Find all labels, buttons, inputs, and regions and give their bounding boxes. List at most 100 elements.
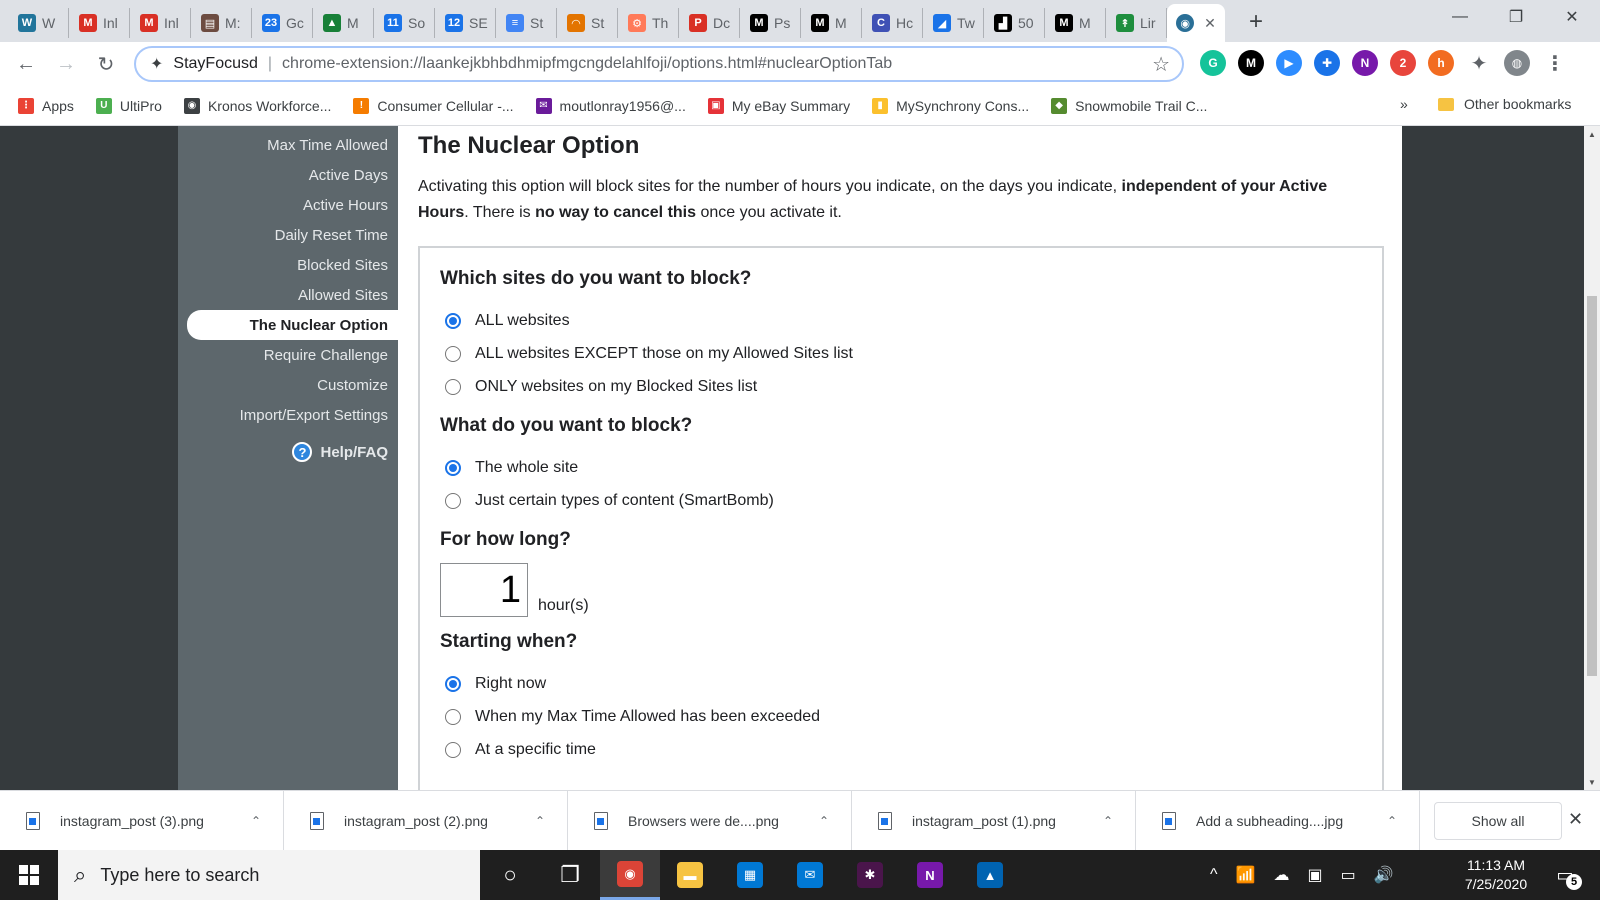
- help-faq-link[interactable]: ? Help/FAQ: [178, 442, 398, 462]
- browser-tab[interactable]: 23 Gc: [252, 8, 313, 38]
- radio-option[interactable]: Right now: [440, 667, 1362, 700]
- puzzle-icon[interactable]: ✦: [1466, 50, 1492, 76]
- close-window-button[interactable]: ✕: [1544, 0, 1600, 34]
- browser-tab[interactable]: ↟ Lir: [1106, 8, 1167, 38]
- sidebar-item[interactable]: The Nuclear Option: [187, 310, 398, 340]
- radio-option[interactable]: ALL websites: [440, 304, 1362, 337]
- taskbar-app[interactable]: ▬: [660, 850, 720, 900]
- scroll-down-arrow-icon[interactable]: ▼: [1584, 774, 1600, 790]
- taskbar-app[interactable]: ○: [480, 850, 540, 900]
- browser-tab[interactable]: MM: [801, 8, 862, 38]
- radio-button[interactable]: [445, 708, 461, 725]
- radio-button[interactable]: [445, 459, 461, 476]
- plus-extension-icon[interactable]: ✚: [1314, 50, 1340, 76]
- close-downloads-bar-button[interactable]: ✕: [1568, 809, 1583, 830]
- battery-icon[interactable]: ▭: [1341, 865, 1356, 885]
- radio-option[interactable]: At a specific time: [440, 733, 1362, 766]
- radio-button[interactable]: [445, 492, 461, 509]
- onedrive-icon[interactable]: ☁: [1273, 865, 1289, 885]
- chevron-up-icon[interactable]: ⌃: [1387, 814, 1397, 828]
- bookmark-item[interactable]: ✉ moutlonray1956@...: [535, 97, 686, 114]
- other-bookmarks[interactable]: Other bookmarks: [1438, 96, 1571, 112]
- bookmarks-overflow-button[interactable]: »: [1400, 96, 1408, 112]
- browser-tab[interactable]: P Dc: [679, 8, 740, 38]
- hours-input[interactable]: 1: [440, 563, 528, 617]
- onenote-icon[interactable]: N: [1352, 50, 1378, 76]
- sidebar-item[interactable]: Active Hours: [178, 190, 398, 220]
- close-tab-icon[interactable]: ✕: [1204, 15, 1216, 32]
- browser-tab[interactable]: ▟ 50: [984, 8, 1045, 38]
- taskbar-app[interactable]: ◉: [600, 850, 660, 900]
- taskbar-search-box[interactable]: ⌕ Type here to search: [58, 850, 480, 900]
- browser-tab[interactable]: M Ps: [740, 8, 801, 38]
- browser-tab[interactable]: 12 SE: [435, 8, 496, 38]
- download-item[interactable]: instagram_post (2).png ⌃: [284, 790, 568, 851]
- browser-tab[interactable]: ◠ St: [557, 8, 618, 38]
- download-item[interactable]: Add a subheading....jpg ⌃: [1136, 790, 1420, 851]
- sidebar-item[interactable]: Blocked Sites: [178, 250, 398, 280]
- honey-icon[interactable]: h: [1428, 50, 1454, 76]
- zoom-icon[interactable]: ▶: [1276, 50, 1302, 76]
- radio-option[interactable]: ONLY websites on my Blocked Sites list: [440, 370, 1362, 403]
- taskbar-app[interactable]: ❐: [540, 850, 600, 900]
- bookmark-item[interactable]: ▣ My eBay Summary: [707, 97, 850, 114]
- sidebar-item[interactable]: Active Days: [178, 160, 398, 190]
- browser-tab[interactable]: MM: [1045, 8, 1106, 38]
- scroll-thumb[interactable]: [1587, 296, 1597, 676]
- browser-tab[interactable]: M Inl: [69, 8, 130, 38]
- browser-tab[interactable]: ◢ Tw: [923, 8, 984, 38]
- sidebar-item[interactable]: Daily Reset Time: [178, 220, 398, 250]
- show-all-downloads-button[interactable]: Show all: [1434, 801, 1562, 840]
- chevron-up-icon[interactable]: ⌃: [251, 814, 261, 828]
- sidebar-item[interactable]: Require Challenge: [178, 340, 398, 370]
- taskbar-app[interactable]: ✉: [780, 850, 840, 900]
- taskbar-app[interactable]: ▲: [960, 850, 1020, 900]
- browser-tab[interactable]: ▲ M: [313, 8, 374, 38]
- download-item[interactable]: instagram_post (1).png ⌃: [852, 790, 1136, 851]
- show-hidden-icons-icon[interactable]: ^: [1210, 866, 1218, 884]
- meet-now-icon[interactable]: ▣: [1307, 865, 1322, 885]
- taskbar-app[interactable]: ▦: [720, 850, 780, 900]
- new-tab-button[interactable]: +: [1239, 5, 1273, 39]
- chevron-up-icon[interactable]: ⌃: [535, 814, 545, 828]
- radio-button[interactable]: [445, 378, 461, 395]
- badge-extension-icon[interactable]: 2: [1390, 50, 1416, 76]
- volume-icon[interactable]: 🔊: [1374, 865, 1394, 885]
- bookmark-star-icon[interactable]: ☆: [1152, 52, 1170, 77]
- download-item[interactable]: instagram_post (3).png ⌃: [0, 790, 284, 851]
- bookmark-item[interactable]: ◆ Snowmobile Trail C...: [1051, 97, 1207, 114]
- chevron-up-icon[interactable]: ⌃: [819, 814, 829, 828]
- page-scrollbar[interactable]: ▲ ▼: [1584, 126, 1600, 790]
- sidebar-item[interactable]: Customize: [178, 370, 398, 400]
- medium-icon[interactable]: M: [1238, 50, 1264, 76]
- bookmark-item[interactable]: ◉ Kronos Workforce...: [183, 97, 331, 114]
- address-bar[interactable]: ✦ StayFocusd | chrome-extension://laanke…: [134, 46, 1184, 82]
- restore-button[interactable]: ❐: [1488, 0, 1544, 34]
- taskbar-app[interactable]: ✱: [840, 850, 900, 900]
- browser-tab[interactable]: 11 So: [374, 8, 435, 38]
- sidebar-item[interactable]: Allowed Sites: [178, 280, 398, 310]
- start-button[interactable]: [0, 850, 58, 900]
- browser-tab[interactable]: ⚙ Th: [618, 8, 679, 38]
- sidebar-item[interactable]: Max Time Allowed: [178, 130, 398, 160]
- minimize-button[interactable]: —: [1432, 0, 1488, 34]
- radio-button[interactable]: [445, 675, 461, 692]
- bookmark-item[interactable]: U UltiPro: [95, 97, 162, 114]
- radio-option[interactable]: Just certain types of content (SmartBomb…: [440, 484, 1362, 517]
- wifi-icon[interactable]: 📶: [1236, 865, 1256, 885]
- taskbar-app[interactable]: N: [900, 850, 960, 900]
- radio-button[interactable]: [445, 741, 461, 758]
- browser-tab[interactable]: C Hc: [862, 8, 923, 38]
- bookmark-item[interactable]: ▮ MySynchrony Cons...: [872, 97, 1029, 114]
- browser-tab[interactable]: WW: [8, 8, 69, 38]
- forward-button[interactable]: →: [46, 44, 86, 84]
- menu-dots-icon[interactable]: ⋮: [1542, 50, 1568, 76]
- taskbar-clock[interactable]: 11:13 AM 7/25/2020: [1448, 856, 1544, 894]
- radio-button[interactable]: [445, 312, 461, 329]
- radio-option[interactable]: ALL websites EXCEPT those on my Allowed …: [440, 337, 1362, 370]
- profile-avatar-icon[interactable]: ◍: [1504, 50, 1530, 76]
- sidebar-item[interactable]: Import/Export Settings: [178, 400, 398, 430]
- grammarly-icon[interactable]: G: [1200, 50, 1226, 76]
- chevron-up-icon[interactable]: ⌃: [1103, 814, 1113, 828]
- radio-option[interactable]: When my Max Time Allowed has been exceed…: [440, 700, 1362, 733]
